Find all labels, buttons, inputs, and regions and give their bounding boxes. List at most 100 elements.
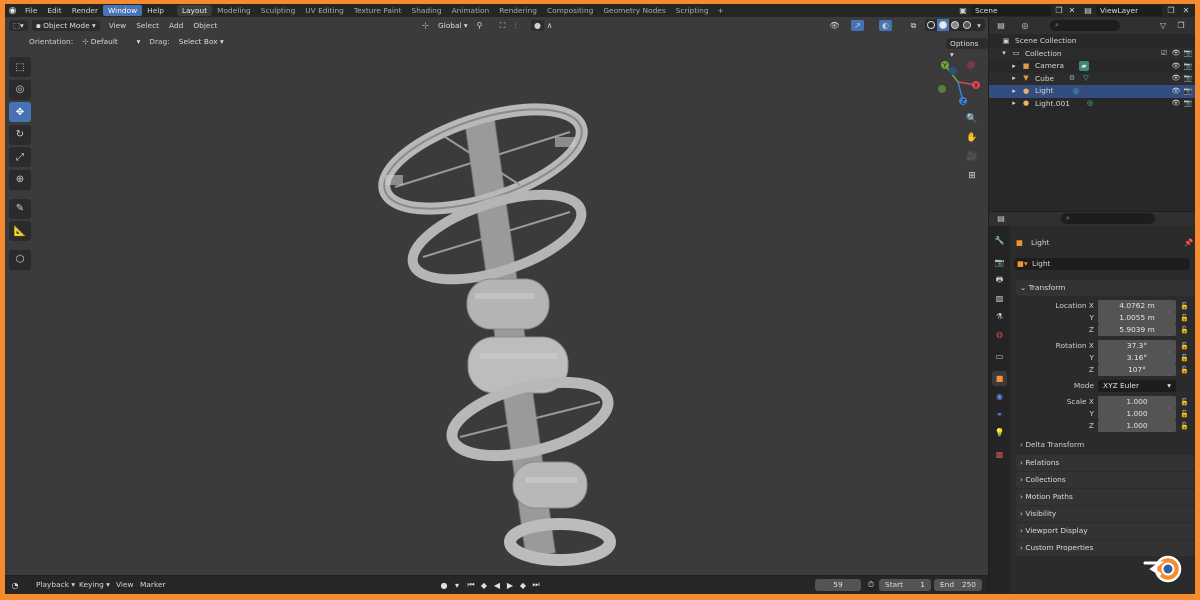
pin-icon[interactable]: 📌 xyxy=(1184,236,1193,250)
tab-scripting[interactable]: Scripting xyxy=(671,5,714,16)
light-data-icon[interactable]: ◎ xyxy=(1071,86,1081,96)
render-camera-icon[interactable]: 📷 xyxy=(1183,86,1193,96)
visibility-eye-icon[interactable]: 👁 xyxy=(1171,61,1181,71)
rotate-tool-icon[interactable]: ↻ xyxy=(9,124,31,145)
render-tab-icon[interactable]: 📷 xyxy=(992,255,1007,270)
output-tab-icon[interactable]: 🖶 xyxy=(992,273,1007,288)
view-layer-icon[interactable]: ▤ xyxy=(1082,5,1094,16)
object-name-field[interactable]: ■▾ Light xyxy=(1014,258,1190,270)
camera-view-icon[interactable]: 🎥 xyxy=(964,149,980,164)
scene-tab-icon[interactable]: ⚗ xyxy=(992,309,1007,324)
scene-selector[interactable]: Scene xyxy=(971,5,1051,16)
tool-tab-icon[interactable]: 🔧 xyxy=(992,233,1007,248)
outliner-row-collection[interactable]: ▾ ▭ Collection ☑ 👁 📷 xyxy=(989,47,1195,60)
tab-modeling[interactable]: Modeling xyxy=(212,5,256,16)
annotate-tool-icon[interactable]: ✎ xyxy=(9,198,31,219)
new-view-layer-icon[interactable]: ❐ xyxy=(1165,5,1177,16)
visibility-panel-header[interactable]: › Visibility xyxy=(1016,506,1194,522)
start-frame-field[interactable]: Start 1 xyxy=(879,579,931,591)
menu-view[interactable]: View xyxy=(104,21,132,30)
lock-icon[interactable]: 🔓 xyxy=(1180,300,1190,312)
display-mode-icon[interactable]: ◎ xyxy=(1019,20,1031,31)
snap-icon[interactable]: ⛶ xyxy=(496,20,509,31)
transform-panel-header[interactable]: ⌄ Transform xyxy=(1016,280,1194,296)
menu-render[interactable]: Render xyxy=(67,5,103,16)
lock-icon[interactable]: 🔓 xyxy=(1180,312,1190,324)
rotation-y-field[interactable]: 3.16° xyxy=(1098,352,1176,364)
shading-options-icon[interactable]: ▾ xyxy=(973,19,985,31)
new-collection-icon[interactable]: ❐ xyxy=(1175,20,1187,31)
visibility-icon[interactable]: 👁 xyxy=(828,20,841,31)
preview-range-icon[interactable]: ⏱ xyxy=(865,579,877,591)
lock-icon[interactable]: 🔓 xyxy=(1180,408,1190,420)
visibility-eye-icon[interactable]: 👁 xyxy=(1171,49,1181,59)
measure-tool-icon[interactable]: 📐 xyxy=(9,221,31,242)
menu-object[interactable]: Object xyxy=(188,21,222,30)
visibility-eye-icon[interactable]: 👁 xyxy=(1171,74,1181,84)
render-camera-icon[interactable]: 📷 xyxy=(1183,99,1193,109)
exclude-checkbox-icon[interactable]: ☑ xyxy=(1159,49,1169,59)
current-frame-field[interactable]: 59 xyxy=(815,579,861,591)
record-options-icon[interactable]: ▾ xyxy=(451,579,463,591)
expand-arrow-icon[interactable]: ▸ xyxy=(1009,86,1019,96)
menu-window[interactable]: Window xyxy=(103,5,143,16)
physics-tab-icon[interactable]: ◉ xyxy=(992,389,1007,404)
properties-search-input[interactable]: ⌕ xyxy=(1061,213,1155,224)
location-x-field[interactable]: 4.0762 m xyxy=(1098,300,1176,312)
add-cube-tool-icon[interactable]: ⬡ xyxy=(9,249,31,270)
viewport-display-panel-header[interactable]: › Viewport Display xyxy=(1016,523,1194,539)
keying-menu[interactable]: Keying ▾ xyxy=(74,580,115,589)
menu-help[interactable]: Help xyxy=(142,5,169,16)
ortho-grid-icon[interactable]: ⊞ xyxy=(964,168,980,183)
editor-type-button[interactable]: ⬚▾ xyxy=(9,19,28,31)
delete-view-layer-icon[interactable]: ✕ xyxy=(1180,5,1192,16)
relations-panel-header[interactable]: › Relations xyxy=(1016,455,1194,471)
rendered-shading-icon[interactable] xyxy=(961,19,973,31)
menu-edit[interactable]: Edit xyxy=(42,5,66,16)
new-scene-icon[interactable]: ❐ xyxy=(1053,5,1065,16)
expand-arrow-icon[interactable]: ▾ xyxy=(999,49,1009,59)
playback-menu[interactable]: Playback ▾ xyxy=(31,580,80,589)
render-camera-icon[interactable]: 📷 xyxy=(1183,61,1193,71)
rotation-z-field[interactable]: 107° xyxy=(1098,364,1176,376)
mesh-data-icon[interactable]: ▽ xyxy=(1081,74,1091,84)
object-tab-icon[interactable]: ■ xyxy=(992,371,1007,386)
add-workspace-button[interactable]: + xyxy=(714,6,728,15)
3d-viewport[interactable]: ⬚▾ ▪ Object Mode ▾ View Select Add Objec… xyxy=(5,17,988,575)
drag-selector[interactable]: Select Box ▾ xyxy=(174,36,229,47)
tab-uv-editing[interactable]: UV Editing xyxy=(300,5,349,16)
navigation-gizmo[interactable]: Y X Z xyxy=(933,57,983,107)
menu-file[interactable]: File xyxy=(20,5,42,16)
collection-tab-icon[interactable]: ▭ xyxy=(992,349,1007,364)
expand-arrow-icon[interactable]: ▸ xyxy=(1009,61,1019,71)
lock-icon[interactable]: 🔓 xyxy=(1180,364,1190,376)
expand-arrow-icon[interactable]: ▸ xyxy=(1009,74,1019,84)
visibility-eye-icon[interactable]: 👁 xyxy=(1171,86,1181,96)
solid-shading-icon[interactable] xyxy=(937,19,949,31)
outliner-editor-type-icon[interactable]: ▤ xyxy=(995,20,1007,31)
location-y-field[interactable]: 1.0055 m xyxy=(1098,312,1176,324)
options-button[interactable]: Options ▾ xyxy=(946,38,988,59)
transform-orientation-selector[interactable]: Global ▾ xyxy=(433,20,473,31)
record-keyframe-icon[interactable]: ● xyxy=(438,579,450,591)
collections-panel-header[interactable]: › Collections xyxy=(1016,472,1194,488)
gizmo-toggle-icon[interactable]: ↗ xyxy=(851,20,864,31)
tab-geometry-nodes[interactable]: Geometry Nodes xyxy=(598,5,670,16)
tab-sculpting[interactable]: Sculpting xyxy=(256,5,301,16)
tab-shading[interactable]: Shading xyxy=(407,5,447,16)
transform-tool-icon[interactable]: ⊕ xyxy=(9,169,31,190)
falloff-icon[interactable]: ∧ xyxy=(543,20,556,31)
texture-tab-icon[interactable]: ▩ xyxy=(992,447,1007,462)
scale-y-field[interactable]: 1.000 xyxy=(1098,408,1176,420)
marker-menu[interactable]: Marker xyxy=(135,580,171,589)
outliner-row-scene-collection[interactable]: ▣ Scene Collection xyxy=(989,35,1195,48)
lock-icon[interactable]: 🔓 xyxy=(1180,352,1190,364)
pivot-point-icon[interactable]: ⚲ xyxy=(473,20,486,31)
lock-icon[interactable]: 🔓 xyxy=(1180,340,1190,352)
properties-editor-type-icon[interactable]: ▤ xyxy=(995,213,1007,224)
blender-logo-icon[interactable]: ◉ xyxy=(5,4,20,17)
delete-scene-icon[interactable]: ✕ xyxy=(1066,5,1078,16)
modifier-icon[interactable]: ⚙ xyxy=(1067,74,1077,84)
tab-layout[interactable]: Layout xyxy=(177,5,213,16)
constraints-tab-icon[interactable]: ⚭ xyxy=(992,407,1007,422)
